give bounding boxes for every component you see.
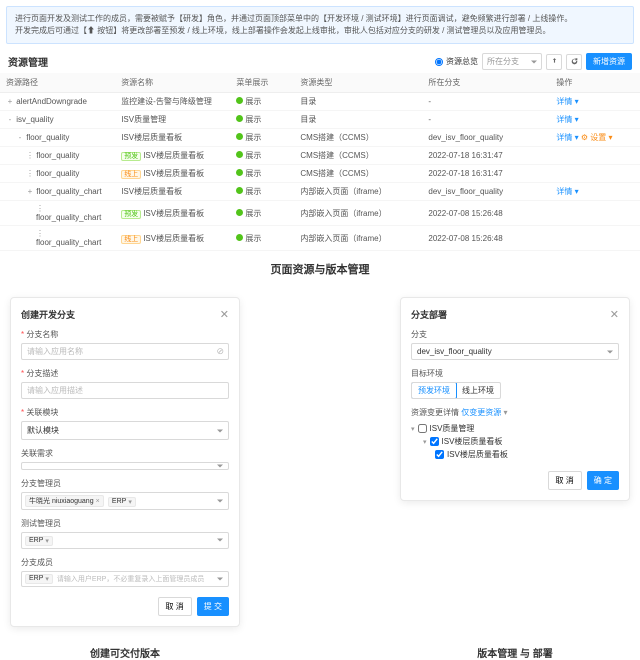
expand-icon[interactable]: + bbox=[26, 187, 34, 196]
table-row: + alertAndDowngrade监控建设-告警与降级管理展示目录-详情 ▾ bbox=[0, 93, 640, 111]
env-tabs: 预发环境 线上环境 bbox=[411, 382, 501, 399]
user-tag: ERP▾ bbox=[108, 497, 136, 507]
detail-link[interactable]: 详情 ▾ bbox=[556, 187, 578, 196]
status-badge bbox=[236, 97, 243, 104]
tree-checkbox[interactable] bbox=[418, 424, 427, 433]
status-badge bbox=[236, 133, 243, 140]
requirement-select[interactable] bbox=[21, 462, 229, 470]
tree-checkbox[interactable] bbox=[430, 437, 439, 446]
notice-line: 开发完成后可通过【⬆ 按钮】将更改部署至预发 / 线上环境，线上部署操作会发起上… bbox=[15, 25, 625, 37]
status-badge bbox=[236, 187, 243, 194]
module-select[interactable]: 默认模块 bbox=[21, 421, 229, 440]
expand-icon[interactable]: - bbox=[6, 115, 14, 124]
drag-icon[interactable]: ⋮ bbox=[36, 204, 44, 213]
drag-icon[interactable]: ⋮ bbox=[26, 169, 34, 178]
view-radio[interactable]: 资源总览 bbox=[435, 56, 478, 67]
cancel-button[interactable]: 取 消 bbox=[158, 597, 192, 616]
drag-icon[interactable]: ⋮ bbox=[26, 151, 34, 160]
modal-title: 分支部署 bbox=[411, 308, 447, 321]
info-banner: 进行页面开发及测试工作的成员，需要被赋予【研发】角色，并通过页面顶部菜单中的【开… bbox=[6, 6, 634, 44]
resource-tree: ▾ISV质量管理 ▾ISV楼层质量看板 ISV楼层质量看板 bbox=[411, 422, 619, 461]
setting-link[interactable]: ⚙ 设置 ▾ bbox=[581, 133, 613, 142]
section-title: 资源管理 bbox=[0, 50, 56, 73]
close-icon[interactable]: ✕ bbox=[610, 308, 619, 321]
table-row: ⋮ floor_quality_chart线上ISV楼层质量看板展示内部嵌入页面… bbox=[0, 226, 640, 251]
add-resource-button[interactable]: 新增资源 bbox=[586, 53, 632, 70]
branch-select[interactable]: 所在分支 bbox=[482, 53, 542, 70]
clear-icon[interactable]: ⊘ bbox=[216, 346, 224, 357]
submit-button[interactable]: 提 交 bbox=[197, 597, 229, 616]
tester-select[interactable]: ERP▾ bbox=[21, 532, 229, 549]
detail-link[interactable]: 详情 ▾ bbox=[556, 97, 578, 106]
status-badge bbox=[236, 234, 243, 241]
table-row: - isv_qualityISV质量管理展示目录-详情 ▾ bbox=[0, 111, 640, 129]
table-row: ⋮ floor_quality预发ISV楼层质量看板展示CMS搭建（CCMS）2… bbox=[0, 147, 640, 165]
notice-line: 进行页面开发及测试工作的成员，需要被赋予【研发】角色，并通过页面顶部菜单中的【开… bbox=[15, 13, 625, 25]
deploy-icon[interactable] bbox=[546, 54, 562, 70]
env-tab-pre[interactable]: 预发环境 bbox=[411, 382, 457, 399]
deploy-branch-select[interactable]: dev_isv_floor_quality bbox=[411, 343, 619, 360]
table-row: ⋮ floor_quality_chart预发ISV楼层质量看板展示内部嵌入页面… bbox=[0, 201, 640, 226]
deploy-modal: 分支部署 ✕ 分支 dev_isv_floor_quality 目标环境 预发环… bbox=[400, 297, 630, 501]
resource-table: 资源路径 资源名称 菜单展示 资源类型 所在分支 操作 + alertAndDo… bbox=[0, 73, 640, 251]
caption: 创建可交付版本 bbox=[10, 645, 240, 660]
table-row: + floor_quality_chartISV楼层质量看板展示内部嵌入页面（i… bbox=[0, 183, 640, 201]
dev-manager-select[interactable]: 牛晓光 niuxiaoguang× ERP▾ bbox=[21, 492, 229, 510]
tree-checkbox[interactable] bbox=[435, 450, 444, 459]
expand-icon[interactable]: - bbox=[16, 133, 24, 142]
section-heading: 页面资源与版本管理 bbox=[0, 261, 640, 277]
member-select[interactable]: ERP▾ 请输入用户ERP，不必重复录入上面管理员成员 bbox=[21, 571, 229, 587]
caret-icon[interactable]: ▾ bbox=[423, 438, 427, 446]
table-row: - floor_qualityISV楼层质量看板展示CMS搭建（CCMS）dev… bbox=[0, 129, 640, 147]
refresh-icon[interactable] bbox=[566, 54, 582, 70]
create-branch-modal: 创建开发分支 ✕ 分支名称 ⊘ 分支描述 关联模块 默认模块 关联需求 分支管理… bbox=[10, 297, 240, 627]
close-icon[interactable]: ✕ bbox=[220, 308, 229, 321]
table-row: ⋮ floor_quality线上ISV楼层质量看板展示CMS搭建（CCMS）2… bbox=[0, 165, 640, 183]
status-badge bbox=[236, 209, 243, 216]
drag-icon[interactable]: ⋮ bbox=[36, 229, 44, 238]
branch-name-input[interactable] bbox=[21, 343, 229, 360]
detail-link[interactable]: 详情 ▾ bbox=[556, 115, 578, 124]
env-tab-prod[interactable]: 线上环境 bbox=[456, 383, 500, 398]
change-detail-link[interactable]: 仅变更资源 bbox=[461, 408, 501, 417]
status-badge bbox=[236, 169, 243, 176]
ok-button[interactable]: 确 定 bbox=[587, 471, 619, 490]
user-tag: 牛晓光 niuxiaoguang× bbox=[25, 495, 104, 507]
status-badge bbox=[236, 151, 243, 158]
detail-link[interactable]: 详情 ▾ bbox=[556, 133, 578, 142]
branch-desc-input[interactable] bbox=[21, 382, 229, 399]
cancel-button[interactable]: 取 消 bbox=[548, 471, 582, 490]
caption: 版本管理 与 部署 bbox=[400, 645, 630, 660]
status-badge bbox=[236, 115, 243, 122]
chevron-down-icon: ▾ bbox=[128, 498, 132, 506]
caret-icon[interactable]: ▾ bbox=[411, 425, 415, 433]
modal-title: 创建开发分支 bbox=[21, 308, 75, 321]
expand-icon[interactable]: + bbox=[6, 97, 14, 106]
